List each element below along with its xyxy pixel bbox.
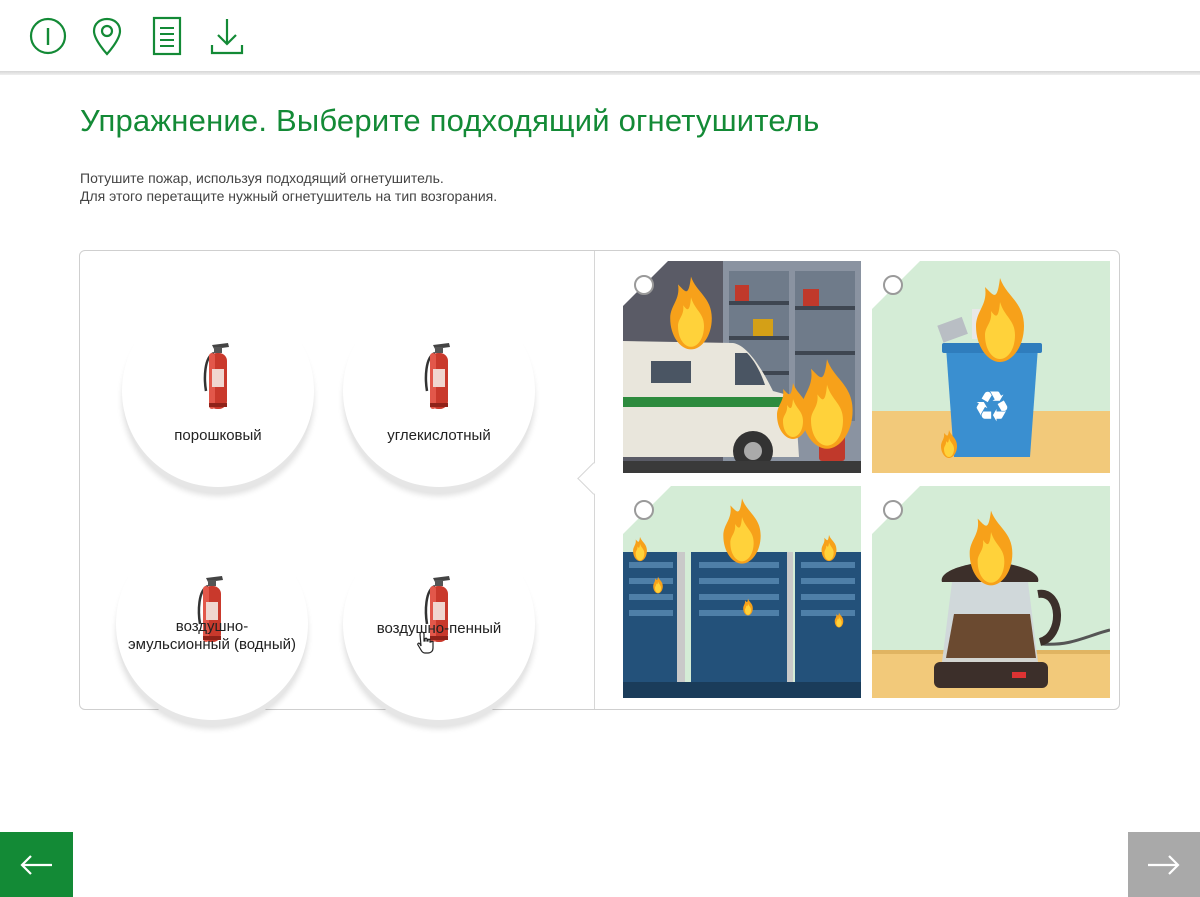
server-rack-fire-image	[623, 486, 861, 698]
toolbar-divider	[0, 71, 1200, 75]
hand-cursor-icon	[417, 631, 434, 654]
fire-extinguisher-icon	[198, 339, 238, 411]
arrow-left-icon	[20, 855, 52, 875]
fire-type-garage-vehicle[interactable]	[623, 261, 861, 473]
fire-type-server-rack[interactable]	[623, 486, 861, 698]
extinguisher-powder[interactable]: порошковый	[122, 295, 314, 487]
arrow-right-icon	[1148, 855, 1180, 875]
garage-vehicle-fire-image	[623, 261, 861, 473]
svg-text:♻: ♻	[973, 382, 1011, 431]
fire-type-radio[interactable]	[634, 500, 654, 520]
instruction-line-2: Для этого перетащите нужный огнетушитель…	[80, 188, 498, 204]
fire-extinguisher-icon	[419, 339, 459, 411]
panel-notch	[577, 462, 610, 495]
fire-type-radio[interactable]	[634, 275, 654, 295]
download-icon[interactable]	[205, 14, 249, 58]
fire-type-trash-bin[interactable]: ♻	[872, 261, 1110, 473]
extinguisher-water-emulsion[interactable]: воздушно-эмульсионный (водный)	[116, 528, 308, 720]
extinguisher-label: воздушно-эмульсионный (водный)	[128, 618, 296, 653]
instructions: Потушите пожар, используя подходящий огн…	[80, 169, 497, 205]
prev-button[interactable]	[0, 832, 73, 897]
page-title: Упражнение. Выберите подходящий огнетуши…	[80, 103, 820, 138]
top-toolbar	[0, 0, 1200, 72]
extinguisher-label: углекислотный	[387, 427, 491, 444]
info-icon[interactable]	[26, 14, 70, 58]
extinguisher-label: воздушно-пенный	[376, 620, 502, 637]
extinguisher-co2[interactable]: углекислотный	[343, 295, 535, 487]
fire-type-radio[interactable]	[883, 500, 903, 520]
fire-type-radio[interactable]	[883, 275, 903, 295]
instruction-line-1: Потушите пожар, используя подходящий огн…	[80, 170, 444, 186]
electric-kettle-fire-image	[872, 486, 1110, 698]
extinguisher-air-foam[interactable]: воздушно-пенный	[343, 528, 535, 720]
extinguisher-label: порошковый	[174, 427, 262, 444]
exercise-panel: порошковый углекислотный воздушно-эмульс…	[79, 250, 1120, 720]
document-icon[interactable]	[145, 14, 189, 58]
fire-type-electric-kettle[interactable]	[872, 486, 1110, 698]
map-pin-icon[interactable]	[85, 14, 129, 58]
trash-bin-fire-image: ♻	[872, 261, 1110, 473]
next-button[interactable]	[1128, 832, 1200, 897]
